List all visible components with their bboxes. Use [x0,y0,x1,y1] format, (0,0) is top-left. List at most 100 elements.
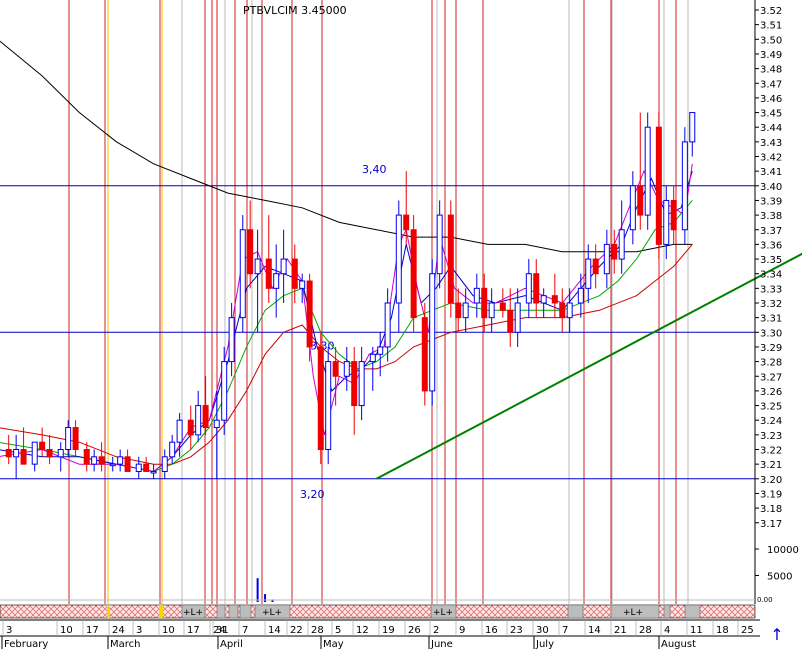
price-tick-label: 3.43 [760,138,782,149]
price-tick-label: 3.29 [760,343,782,354]
event-strip[interactable]: +L+ +L+ +L+ +L+ [0,604,756,619]
candle-body [169,441,176,458]
candle-body [603,243,610,275]
candle-body [83,449,90,465]
event-strip-label: +L+ [262,608,282,618]
volume-tick-label: 10000 [767,545,799,556]
scroll-up-arrow-icon[interactable]: ↑ [770,626,784,644]
month-tick-label: May [323,639,344,649]
price-tick-label: 3.36 [760,240,782,251]
candle-up [644,112,651,230]
price-tick-label: 3.40 [760,182,782,193]
candle-body [247,229,254,275]
volume-tick-label: 5000 [767,572,792,583]
candle-body [46,449,53,458]
price-tick-label: 3.25 [760,402,782,413]
price-tick-label: 3.31 [760,314,782,325]
price-tick-label: 3.18 [760,504,782,515]
candle-body [291,258,298,289]
month-tick-label: July [535,639,554,649]
event-strip-segment [228,604,239,619]
candle-body [421,317,428,392]
price-tick-label: 3.35 [760,255,782,266]
candle-down [317,332,324,465]
price-tick-label: 3.33 [760,284,782,295]
price-tick-label: 3.50 [760,35,782,46]
candle-body [507,309,514,333]
event-strip-segment [684,604,701,619]
date-tick-label: 26 [408,625,421,636]
price-tick-label: 3.42 [760,153,782,164]
event-strip-label: +L+ [623,608,643,618]
candle-body [455,302,462,319]
date-tick-label: 9 [459,625,465,636]
date-tick-label: 14 [588,625,601,636]
price-tick-label: 3.41 [760,167,782,178]
date-tick-label: 11 [690,625,703,636]
candle-body [187,419,194,436]
candle-body [618,229,625,260]
candle-body [150,470,157,474]
candle-body [221,361,228,421]
price-tick-label: 3.24 [760,416,782,427]
price-tick-label: 3.38 [760,211,782,222]
candle-down [410,215,417,333]
horizontal-line-label: 3,20 [300,488,325,501]
date-tick-label: 16 [485,625,498,636]
candle-body [358,361,365,407]
candle-body [31,441,38,465]
candle-body [514,302,521,333]
date-tick-label: 12 [356,625,369,636]
candle-body [317,346,324,451]
candle-body [670,199,677,231]
date-tick-label: 17 [187,625,200,636]
candle-body [663,199,670,245]
candle-body [280,258,287,275]
date-tick-label: 17 [86,625,99,636]
candle-body [57,449,64,458]
candle-body [611,243,618,260]
date-tick-label: 30 [536,625,549,636]
event-strip-marker [159,605,163,618]
date-tick-label: 22 [290,625,303,636]
price-tick-label: 3.39 [760,196,782,207]
candle-body [265,258,272,289]
candle-body [98,456,105,465]
price-tick-label: 3.48 [760,65,782,76]
candle-body [551,295,558,304]
price-tick-label: 3.20 [760,475,782,486]
candle-body [377,346,384,355]
candle-body [585,258,592,289]
date-tick-label: 7 [242,625,248,636]
candle-body [124,456,131,472]
candle-body [254,258,261,275]
candle-body [195,405,202,436]
candle-body [39,441,46,450]
candle-body [176,419,183,443]
price-tick-label: 3.51 [760,21,782,32]
price-tick-label: 3.45 [760,109,782,120]
candle-body [239,229,246,319]
price-tick-label: 3.37 [760,226,782,237]
month-tick-label: June [430,639,453,649]
date-tick-label: 2 [433,625,439,636]
candle-body [343,361,350,377]
candle-down [447,200,454,318]
candle-body [473,287,480,304]
candle-body [436,214,443,275]
candle-body [395,214,402,304]
candle-body [273,273,280,289]
price-tick-label: 3.34 [760,270,782,281]
candle-body [306,280,313,348]
candle-body [202,405,209,429]
volume-bar [256,578,259,602]
candle-body [488,302,495,319]
candle-body [689,112,696,143]
chart-title: PTBVLCIM 3.45000 [243,4,347,17]
candle-up [681,127,688,245]
price-tick-label: 3.46 [760,94,782,105]
candle-body [5,449,12,458]
price-tick-label: 3.22 [760,446,782,457]
date-tick-label: 10 [60,625,73,636]
event-strip-segment [239,604,252,619]
